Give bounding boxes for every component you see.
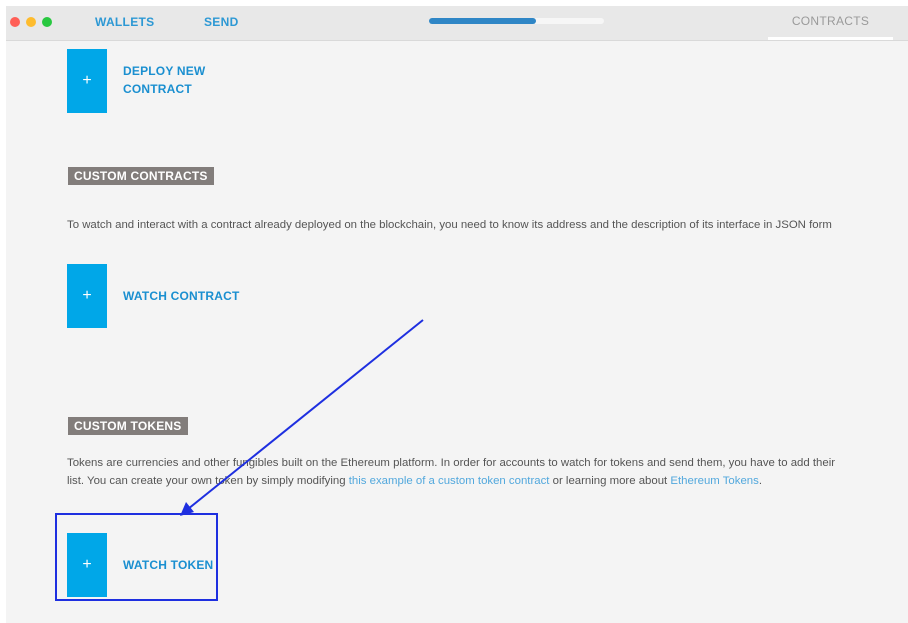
watch-contract-button[interactable]: + WATCH CONTRACT (67, 264, 287, 328)
custom-token-example-link[interactable]: this example of a custom token contract (349, 475, 550, 487)
sync-progress-bar (429, 18, 604, 24)
top-navigation-bar: WALLETS SEND CONTRACTS (6, 6, 908, 41)
deploy-new-contract-button[interactable]: + DEPLOY NEW CONTRACT (67, 49, 267, 113)
minimize-window-button[interactable] (26, 17, 36, 27)
custom-tokens-description-line1: Tokens are currencies and other fungible… (67, 457, 836, 469)
description-text: . (758, 475, 762, 487)
custom-tokens-description-line2: list. You can create your own token by s… (67, 472, 835, 490)
close-window-button[interactable] (10, 17, 20, 27)
custom-contracts-description: To watch and interact with a contract al… (67, 219, 832, 231)
custom-tokens-heading: CUSTOM TOKENS (68, 417, 188, 435)
description-text: list. You can create your own token by s… (67, 475, 349, 487)
plus-icon: + (67, 49, 107, 113)
annotation-highlight-box (55, 513, 218, 601)
nav-tab-send[interactable]: SEND (204, 15, 239, 29)
description-text: or learning more about (549, 475, 671, 487)
custom-contracts-heading: CUSTOM CONTRACTS (68, 167, 214, 185)
custom-tokens-description: Tokens are currencies and other fungible… (67, 454, 835, 490)
deploy-new-contract-label: DEPLOY NEW CONTRACT (123, 64, 206, 96)
nav-tab-contracts[interactable]: CONTRACTS (768, 6, 893, 40)
watch-contract-label: WATCH CONTRACT (123, 289, 240, 303)
ethereum-tokens-link[interactable]: Ethereum Tokens (670, 475, 758, 487)
zoom-window-button[interactable] (42, 17, 52, 27)
plus-icon: + (67, 264, 107, 328)
nav-tab-wallets[interactable]: WALLETS (95, 15, 154, 29)
sync-progress-fill (429, 18, 536, 24)
